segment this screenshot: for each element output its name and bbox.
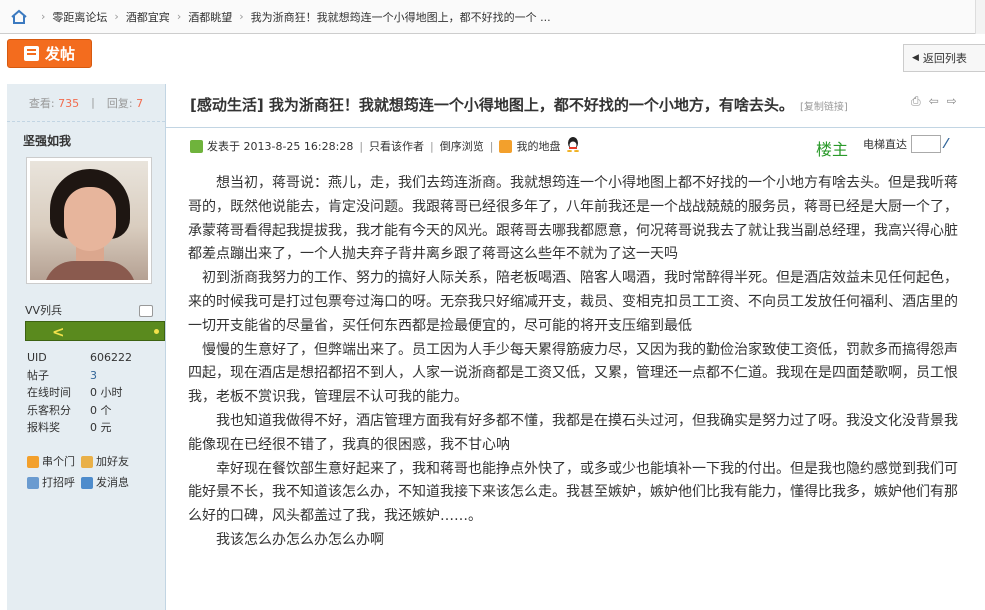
only-author-link[interactable]: 只看该作者 bbox=[369, 138, 424, 154]
floor-jump-input[interactable] bbox=[911, 135, 941, 153]
next-thread-icon[interactable]: ⇨ bbox=[947, 94, 957, 109]
info-value: 0 元 bbox=[90, 421, 112, 434]
info-value-posts[interactable]: 3 bbox=[90, 367, 97, 385]
breadcrumb-item-forum[interactable]: 零距离论坛 bbox=[52, 9, 107, 25]
author-name[interactable]: 坚强如我 bbox=[23, 132, 71, 149]
avatar[interactable] bbox=[26, 157, 152, 284]
add-friend-icon bbox=[81, 455, 93, 468]
breadcrumb-separator: › bbox=[239, 10, 244, 23]
house-icon bbox=[27, 455, 39, 468]
chevron-left-icon: ◀ bbox=[912, 53, 919, 63]
views-stat: 查看: 735 bbox=[28, 96, 80, 110]
greet-link[interactable]: 打招呼 bbox=[27, 472, 75, 493]
rank-label: VV列兵 bbox=[25, 304, 63, 317]
breadcrumb-separator: › bbox=[41, 10, 46, 23]
home-icon[interactable] bbox=[10, 9, 28, 25]
breadcrumb-separator: › bbox=[114, 10, 119, 23]
message-link[interactable]: 发消息 bbox=[81, 472, 129, 493]
floor-jump-label: 电梯直达 bbox=[863, 138, 907, 151]
greet-icon bbox=[27, 476, 39, 489]
info-key: 报料奖 bbox=[27, 421, 60, 434]
info-value: 0 小时 bbox=[90, 386, 123, 399]
breadcrumb-item-thread: 我为浙商狂！我就想筠连一个小得地图上，都不好找的一个 ... bbox=[250, 10, 551, 24]
breadcrumb-edge bbox=[975, 0, 985, 34]
rank-progress-bar: < bbox=[25, 321, 165, 341]
new-post-button[interactable]: 发帖 bbox=[7, 39, 92, 68]
info-value: 606222 bbox=[90, 351, 132, 364]
stats-divider: | bbox=[91, 96, 95, 109]
my-site-link[interactable]: 我的地盘 bbox=[516, 138, 560, 154]
reverse-order-link[interactable]: 倒序浏览 bbox=[440, 138, 484, 154]
back-to-list-button[interactable]: ◀ 返回列表 bbox=[903, 44, 985, 72]
home-site-icon bbox=[499, 139, 513, 153]
post-paragraph: 慢慢的生意好了，但弊端出来了。员工因为人手少每天累得筋疲力尽，又因为我的勤俭治家… bbox=[188, 341, 958, 406]
breadcrumb-item-board[interactable]: 酒都眺望 bbox=[188, 9, 232, 25]
breadcrumb-item-yibin[interactable]: 酒都宜宾 bbox=[126, 9, 170, 25]
envelope-icon bbox=[81, 476, 93, 489]
rank-dot-icon bbox=[154, 329, 159, 334]
author-actions: 串个门 加好友 打招呼 发消息 bbox=[27, 451, 129, 493]
post-paragraph: 我该怎么办怎么办怎么办啊 bbox=[188, 531, 384, 548]
author-sidebar: 查看: 735 | 回复: 7 坚强如我 VV列兵 < UID 606222 帖子… bbox=[7, 84, 166, 610]
floor-jump: 电梯直达 ⁄ bbox=[863, 135, 947, 153]
back-to-list-label: 返回列表 bbox=[922, 52, 967, 65]
rank-badge-icon bbox=[139, 305, 153, 317]
online-status-icon bbox=[190, 139, 203, 153]
divider bbox=[166, 127, 985, 128]
info-key: UID bbox=[27, 351, 47, 364]
post-meta: 发表于 2013-8-25 16:28:28 | 只看该作者 | 倒序浏览 | … bbox=[190, 137, 580, 155]
thread-tools: ⎙ ⇦ ⇨ bbox=[911, 94, 957, 109]
copy-link[interactable]: [复制链接] bbox=[800, 102, 848, 113]
avatar-photo bbox=[30, 161, 148, 280]
post-paragraph: 初到浙商我努力的工作、努力的搞好人际关系，陪老板喝酒、陪客人喝酒，我时常醉得半死… bbox=[188, 270, 958, 334]
new-post-label: 发帖 bbox=[44, 45, 75, 63]
info-key: 在线时间 bbox=[27, 386, 71, 399]
post-paragraph: 想当初，蒋哥说：燕儿，走，我们去筠连浙商。我就想筠连一个小得地图上都不好找的一个… bbox=[188, 175, 958, 263]
thread-stats: 查看: 735 | 回复: 7 bbox=[7, 84, 165, 122]
thread-title: [感动生活] 我为浙商狂！我就想筠连一个小得地图上，都不好找的一个小地方，有啥去… bbox=[190, 96, 794, 114]
post-paragraph: 我也知道我做得不好，酒店管理方面我有好多都不懂，我都是在摸石头过河，但我确实是努… bbox=[188, 412, 958, 453]
post-main: [感动生活] 我为浙商狂！我就想筠连一个小得地图上，都不好找的一个小地方，有啥去… bbox=[166, 84, 985, 610]
breadcrumb: › 零距离论坛 › 酒都宜宾 › 酒都眺望 › 我为浙商狂！我就想筠连一个小得地… bbox=[0, 0, 985, 34]
floor-jump-go-icon[interactable]: ⁄ bbox=[945, 137, 947, 152]
qq-icon[interactable] bbox=[566, 137, 580, 155]
visit-link[interactable]: 串个门 bbox=[27, 451, 75, 472]
author-info: UID 606222 帖子 3 在线时间 0 小时 乐客积分 0 个 报料奖 0 元 bbox=[27, 349, 132, 437]
floor-label: 楼主 bbox=[816, 140, 849, 159]
info-key: 乐客积分 bbox=[27, 403, 71, 417]
prev-thread-icon[interactable]: ⇦ bbox=[929, 94, 939, 109]
pen-icon bbox=[23, 46, 39, 61]
info-value: 0 个 bbox=[90, 403, 112, 417]
replies-stat: 回复: 7 bbox=[106, 96, 144, 110]
rank-chevron-icon: < bbox=[52, 323, 65, 341]
breadcrumb-separator: › bbox=[176, 10, 182, 23]
thread-title-row: [感动生活] 我为浙商狂！我就想筠连一个小得地图上，都不好找的一个小地方，有啥去… bbox=[190, 94, 848, 115]
posted-at: 发表于 2013-8-25 16:28:28 bbox=[207, 140, 354, 153]
post-paragraph: 幸好现在餐饮部生意好起来了，我和蒋哥也能挣点外快了，或多或少也能填补一下我的付出… bbox=[188, 460, 958, 525]
post-body: 想当初，蒋哥说：燕儿，走，我们去筠连浙商。我就想筠连一个小得地图上都不好找的一个… bbox=[188, 172, 970, 553]
info-key: 帖子 bbox=[27, 368, 49, 382]
print-icon[interactable]: ⎙ bbox=[911, 94, 921, 109]
add-friend-link[interactable]: 加好友 bbox=[81, 451, 129, 472]
